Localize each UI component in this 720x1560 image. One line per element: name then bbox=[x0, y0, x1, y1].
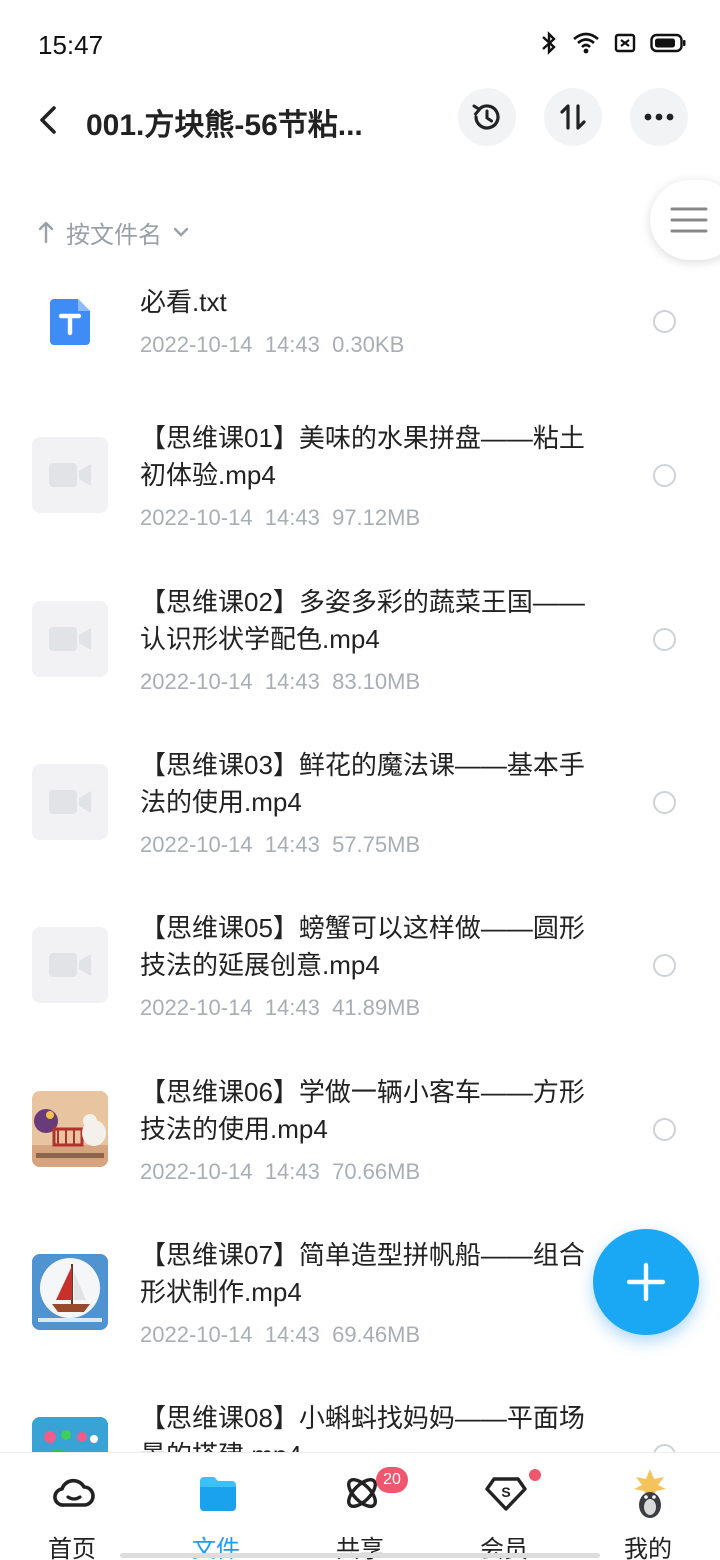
vip-notification-dot bbox=[529, 1469, 541, 1481]
file-time: 14:43 bbox=[264, 995, 320, 1020]
back-button[interactable] bbox=[30, 100, 66, 140]
sort-selector[interactable]: 按文件名 bbox=[36, 212, 190, 252]
video-camera-icon bbox=[49, 790, 91, 814]
file-time: 14:43 bbox=[264, 1322, 320, 1347]
more-button[interactable] bbox=[630, 88, 688, 146]
video-thumbnail bbox=[32, 764, 108, 840]
file-meta: 2022-10-14 14:43 83.10MB bbox=[140, 669, 420, 695]
select-radio[interactable] bbox=[653, 464, 676, 487]
file-size: 70.66MB bbox=[332, 1159, 421, 1184]
file-meta: 2022-10-14 14:43 70.66MB bbox=[140, 1159, 420, 1185]
tab-label: 首页 bbox=[48, 1536, 96, 1560]
sim-icon bbox=[614, 33, 636, 53]
video-thumbnail bbox=[32, 437, 108, 513]
more-dots-icon bbox=[644, 113, 674, 121]
file-meta: 2022-10-14 14:43 41.89MB bbox=[140, 995, 420, 1021]
video-thumbnail bbox=[32, 1091, 108, 1167]
file-time: 14:43 bbox=[264, 832, 320, 857]
share-count-badge: 20 bbox=[376, 1467, 408, 1493]
select-radio[interactable] bbox=[653, 628, 676, 651]
add-fab-button[interactable] bbox=[593, 1229, 699, 1335]
folder-icon bbox=[200, 1477, 236, 1511]
file-date: 2022-10-14 bbox=[140, 832, 253, 857]
bottom-tab-bar: 首页 文件 共享 S 会员 我的 20 bbox=[0, 1452, 720, 1560]
status-bar: 15:47 bbox=[0, 0, 720, 88]
file-name: 【思维课06】学做一辆小客车——方形技法的使用.mp4 bbox=[140, 1077, 585, 1144]
bluetooth-icon bbox=[542, 31, 556, 55]
tab-home[interactable]: 首页 bbox=[12, 1453, 132, 1560]
file-date: 2022-10-14 bbox=[140, 505, 253, 530]
file-date: 2022-10-14 bbox=[140, 1159, 253, 1184]
header: 001.方块熊-56节粘... bbox=[0, 88, 720, 152]
history-button[interactable] bbox=[458, 88, 516, 146]
file-meta: 2022-10-14 14:43 97.12MB bbox=[140, 505, 420, 531]
file-meta: 2022-10-14 14:43 69.46MB bbox=[140, 1322, 420, 1348]
file-size: 57.75MB bbox=[332, 832, 421, 857]
status-icons bbox=[540, 30, 686, 56]
tab-label: 我的 bbox=[624, 1536, 672, 1560]
tab-profile[interactable]: 我的 bbox=[588, 1453, 708, 1560]
video-camera-icon bbox=[49, 953, 91, 977]
chevron-down-icon bbox=[173, 227, 189, 237]
file-name: 必看.txt bbox=[140, 287, 227, 317]
battery-icon bbox=[650, 33, 686, 53]
sort-button[interactable] bbox=[544, 88, 602, 146]
txt-file-icon bbox=[32, 284, 108, 360]
file-size: 69.46MB bbox=[332, 1322, 421, 1347]
file-name: 【思维课05】螃蟹可以这样做——圆形技法的延展创意.mp4 bbox=[140, 913, 585, 980]
video-thumbnail bbox=[32, 927, 108, 1003]
select-radio[interactable] bbox=[653, 310, 676, 333]
history-icon bbox=[472, 104, 500, 130]
video-camera-icon bbox=[49, 627, 91, 651]
sort-arrows-icon bbox=[560, 104, 586, 130]
file-meta: 2022-10-14 14:43 0.30KB bbox=[140, 332, 404, 358]
tab-vip[interactable]: S 会员 bbox=[444, 1453, 564, 1560]
file-date: 2022-10-14 bbox=[140, 1322, 253, 1347]
select-radio[interactable] bbox=[653, 1118, 676, 1141]
file-time: 14:43 bbox=[264, 669, 320, 694]
select-radio[interactable] bbox=[653, 791, 676, 814]
sailboat-thumbnail-image bbox=[32, 1254, 108, 1330]
file-time: 14:43 bbox=[264, 332, 320, 357]
file-time: 14:43 bbox=[264, 505, 320, 530]
file-date: 2022-10-14 bbox=[140, 332, 253, 357]
page-title: 001.方块熊-56节粘... bbox=[86, 109, 363, 142]
cloud-home-icon bbox=[53, 1478, 95, 1507]
video-camera-icon bbox=[49, 463, 91, 487]
file-size: 0.30KB bbox=[332, 332, 405, 357]
file-name: 【思维课01】美味的水果拼盘——粘土初体验.mp4 bbox=[140, 423, 585, 490]
file-name: 【思维课07】简单造型拼帆船——组合形状制作.mp4 bbox=[140, 1240, 585, 1307]
sort-up-arrow-icon bbox=[38, 221, 54, 244]
vip-diamond-icon: S bbox=[485, 1477, 527, 1511]
sort-label: 按文件名 bbox=[66, 221, 162, 249]
menu-lines-icon bbox=[670, 207, 708, 233]
video-thumbnail bbox=[32, 1254, 108, 1330]
file-time: 14:43 bbox=[264, 1159, 320, 1184]
status-time: 15:47 bbox=[38, 30, 104, 60]
file-size: 97.12MB bbox=[332, 505, 421, 530]
file-size: 41.89MB bbox=[332, 995, 421, 1020]
tab-files[interactable]: 文件 bbox=[156, 1453, 276, 1560]
file-date: 2022-10-14 bbox=[140, 995, 253, 1020]
clay-bus-thumbnail-image bbox=[32, 1091, 108, 1167]
plus-icon bbox=[626, 1262, 666, 1302]
avatar-icon bbox=[634, 1469, 666, 1518]
file-name: 【思维课03】鲜花的魔法课——基本手法的使用.mp4 bbox=[140, 750, 585, 817]
wifi-icon bbox=[573, 32, 599, 54]
file-date: 2022-10-14 bbox=[140, 669, 253, 694]
file-size: 83.10MB bbox=[332, 669, 421, 694]
video-thumbnail bbox=[32, 601, 108, 677]
file-meta: 2022-10-14 14:43 57.75MB bbox=[140, 832, 420, 858]
select-radio[interactable] bbox=[653, 954, 676, 977]
side-menu-handle[interactable] bbox=[650, 180, 720, 260]
svg-text:S: S bbox=[501, 1484, 510, 1500]
file-name: 【思维课02】多姿多彩的蔬菜王国——认识形状学配色.mp4 bbox=[140, 587, 585, 654]
back-arrow-icon bbox=[40, 106, 56, 134]
home-indicator bbox=[120, 1553, 600, 1558]
